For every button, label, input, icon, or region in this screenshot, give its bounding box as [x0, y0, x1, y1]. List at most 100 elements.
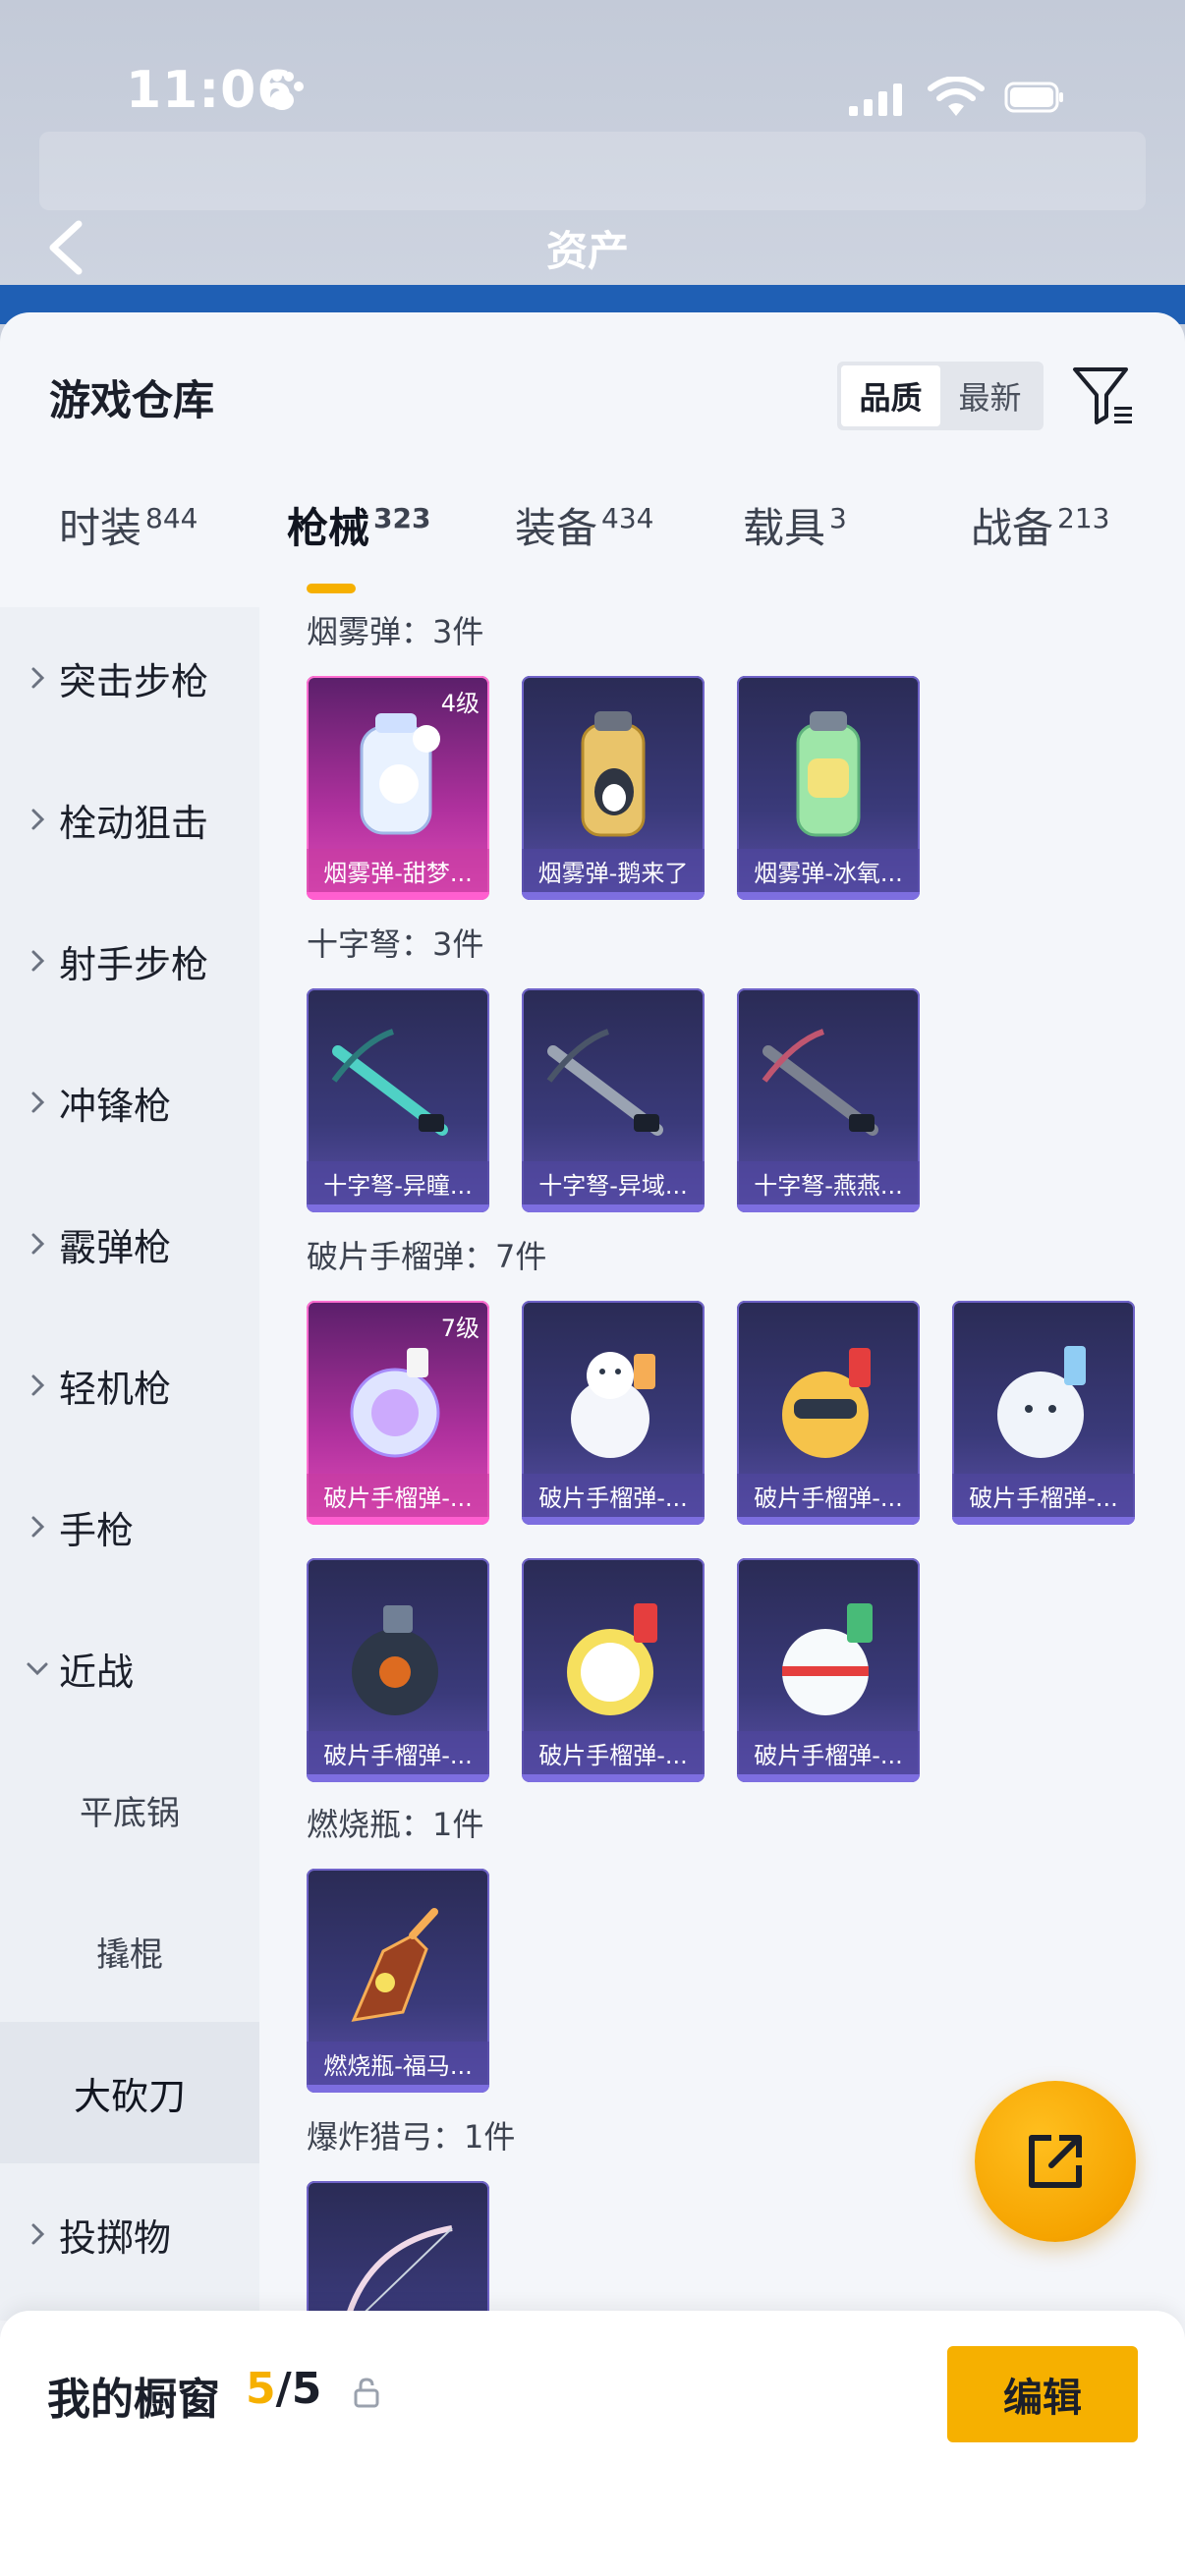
section-title: 十字弩：3件	[307, 925, 484, 963]
tab-label: 战备	[971, 504, 1054, 552]
rarity-edge	[522, 1517, 705, 1525]
nav-item-label: 平底锅	[80, 1793, 180, 1833]
item-card[interactable]: 破片手榴弹-...	[737, 1558, 920, 1782]
chevron-right-icon	[31, 2223, 45, 2245]
item-card[interactable]: 7级 破片手榴弹-...	[307, 1301, 489, 1525]
nav-item-label: 霰弹枪	[59, 1225, 172, 1269]
nav-item-lmg[interactable]: 轻机枪	[0, 1315, 259, 1456]
tab-label: 载具	[743, 504, 826, 552]
item-card[interactable]: 十字弩-异瞳...	[307, 988, 489, 1212]
chevron-right-icon	[31, 1092, 45, 1113]
item-card[interactable]: 破片手榴弹-...	[522, 1558, 705, 1782]
showcase-count-current: 5	[246, 2364, 276, 2414]
tab-equipment[interactable]: 装备 434	[515, 495, 653, 597]
item-card[interactable]: 4级 烟雾弹-甜梦...	[307, 676, 489, 900]
item-card[interactable]: 破片手榴弹-...	[522, 1301, 705, 1525]
nav-item-label: 近战	[59, 1650, 135, 1694]
chevron-right-icon	[31, 809, 45, 830]
section-title: 爆炸猎弓：1件	[307, 2118, 516, 2156]
tab-count: 213	[1057, 502, 1110, 534]
item-card[interactable]: 破片手榴弹-...	[952, 1301, 1135, 1525]
nav-item-label: 冲锋枪	[59, 1084, 172, 1128]
nav-item-smg[interactable]: 冲锋枪	[0, 1032, 259, 1173]
rarity-edge	[307, 1204, 489, 1212]
nav-item-label: 突击步枪	[59, 659, 209, 703]
sort-option-newest[interactable]: 最新	[940, 365, 1040, 426]
item-card[interactable]: 十字弩-燕燕...	[737, 988, 920, 1212]
paw-icon	[262, 72, 304, 110]
item-card[interactable]: 烟雾弹-冰氧...	[737, 676, 920, 900]
item-name: 烟雾弹-冰氧...	[737, 849, 920, 892]
section-title: 燃烧瓶：1件	[307, 1806, 484, 1843]
bow-icon	[343, 2225, 453, 2321]
rarity-edge	[737, 892, 920, 900]
signal-icon	[849, 84, 902, 116]
nav-item-label: 轻机枪	[59, 1367, 172, 1411]
item-name: 十字弩-异域...	[522, 1161, 705, 1204]
nav-item-assault-rifle[interactable]: 突击步枪	[0, 607, 259, 749]
tab-fashion[interactable]: 时装 844	[59, 495, 198, 597]
nav-subitem-crowbar[interactable]: 撬棍	[0, 1880, 259, 2022]
rarity-edge	[952, 1517, 1135, 1525]
smoke-grenade-icon	[796, 711, 861, 837]
rarity-edge	[307, 892, 489, 900]
item-name: 破片手榴弹-...	[522, 1474, 705, 1517]
nav-item-throwables[interactable]: 投掷物	[0, 2163, 259, 2305]
crossbow-icon	[546, 1029, 663, 1136]
tab-guns[interactable]: 枪械 323	[287, 495, 430, 597]
back-icon[interactable]	[43, 218, 88, 277]
category-tabs: 时装 844 枪械 323 装备 434 载具 3 战备 213	[0, 495, 1185, 597]
nav-item-marksman-rifle[interactable]: 射手步枪	[0, 890, 259, 1032]
item-name: 破片手榴弹-...	[307, 1474, 489, 1517]
rarity-edge	[522, 1774, 705, 1782]
chevron-right-icon	[31, 1516, 45, 1538]
frag-grenade-icon	[782, 1348, 871, 1458]
nav-item-melee[interactable]: 近战	[0, 1597, 259, 1739]
item-card[interactable]: 十字弩-异域...	[522, 988, 705, 1212]
item-name: 破片手榴弹-...	[737, 1474, 920, 1517]
tab-count: 323	[373, 502, 431, 534]
frag-grenade-icon	[567, 1603, 657, 1715]
section-title: 烟雾弹：3件	[307, 613, 484, 650]
crossbow-icon	[331, 1029, 448, 1136]
frag-grenade-icon	[350, 1348, 440, 1458]
sort-option-quality[interactable]: 品质	[841, 365, 940, 426]
rarity-edge	[307, 1517, 489, 1525]
rarity-edge	[737, 1204, 920, 1212]
tab-vehicles[interactable]: 载具 3	[743, 495, 847, 597]
nav-item-label: 大砍刀	[73, 2074, 186, 2118]
smoke-grenade-icon	[581, 711, 646, 837]
chevron-right-icon	[31, 667, 45, 689]
nav-item-pistol[interactable]: 手枪	[0, 1456, 259, 1597]
item-name: 燃烧瓶-福马...	[307, 2042, 489, 2085]
nav-item-shotgun[interactable]: 霰弹枪	[0, 1173, 259, 1315]
showcase-title: 我的橱窗	[47, 2375, 220, 2425]
item-name: 烟雾弹-鹅来了	[522, 849, 705, 892]
nav-item-label: 射手步枪	[59, 942, 209, 986]
item-card[interactable]: 烟雾弹-鹅来了	[522, 676, 705, 900]
molotov-icon	[351, 1908, 438, 2022]
nav-item-bolt-sniper[interactable]: 栓动狙击	[0, 749, 259, 890]
nav-item-label: 栓动狙击	[59, 801, 209, 845]
sheet-title: 游戏仓库	[49, 376, 215, 424]
edit-button[interactable]: 编辑	[947, 2346, 1138, 2442]
section-title: 破片手榴弹：7件	[307, 1238, 547, 1275]
share-fab-button[interactable]	[975, 2081, 1136, 2242]
nav-subitem-machete[interactable]: 大砍刀	[0, 2022, 259, 2163]
item-card[interactable]: 破片手榴弹-...	[737, 1301, 920, 1525]
rarity-edge	[307, 2085, 489, 2093]
filter-icon[interactable]	[1071, 364, 1136, 428]
tab-active-indicator	[307, 584, 356, 593]
item-name: 破片手榴弹-...	[737, 1731, 920, 1774]
item-name: 破片手榴弹-...	[307, 1731, 489, 1774]
nav-subitem-frying-pan[interactable]: 平底锅	[0, 1739, 259, 1880]
chevron-right-icon	[31, 1374, 45, 1396]
item-card[interactable]	[307, 2181, 489, 2321]
item-card[interactable]: 破片手榴弹-...	[307, 1558, 489, 1782]
item-card[interactable]: 燃烧瓶-福马...	[307, 1869, 489, 2093]
nav-item-label: 撬棍	[96, 1934, 163, 1975]
battery-icon	[1004, 82, 1063, 113]
showcase-bar: 我的橱窗 5/5 编辑	[0, 2311, 1185, 2576]
tab-supplies[interactable]: 战备 213	[971, 495, 1109, 597]
rarity-edge	[522, 1204, 705, 1212]
